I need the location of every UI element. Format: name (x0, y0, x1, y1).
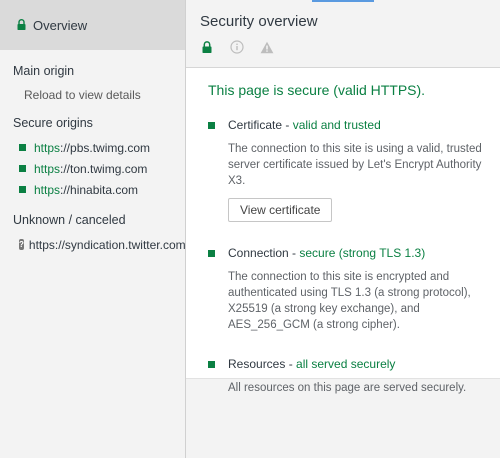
section-title-label: Connection - (228, 246, 300, 260)
secure-square-icon (19, 165, 26, 172)
summary-icons (200, 40, 500, 54)
security-summary: This page is secure (valid HTTPS). (208, 82, 426, 98)
security-panel: Overview Main origin Reload to view deta… (0, 0, 500, 458)
origin-host: ://hinabita.com (60, 182, 139, 197)
warning-icon (260, 40, 274, 54)
resources-section: Resources - all served securely All reso… (208, 357, 500, 396)
lock-icon (17, 18, 26, 33)
info-icon (230, 40, 244, 54)
origin-host: ://pbs.twimg.com (60, 140, 151, 155)
page-title: Security overview (200, 13, 318, 30)
secure-square-icon (208, 250, 215, 257)
top-strip (186, 0, 500, 2)
section-status: valid and trusted (292, 118, 381, 132)
main-header: Security overview (186, 0, 500, 68)
sidebar-item-origin[interactable]: ? https://syndication.twitter.com (0, 234, 186, 255)
sidebar-item-origin[interactable]: https://ton.twimg.com (0, 158, 185, 179)
secure-origins-heading: Secure origins (13, 116, 93, 130)
security-card: This page is secure (valid HTTPS). Certi… (186, 68, 500, 394)
sidebar-item-origin[interactable]: https://hinabita.com (0, 179, 185, 200)
section-description: All resources on this page are served se… (228, 382, 467, 394)
origin-scheme: https (34, 140, 61, 155)
section-title: Resources - all served securely (228, 357, 500, 371)
section-title-label: Resources - (228, 357, 297, 371)
section-title-label: Certificate - (228, 118, 293, 132)
secure-square-icon (208, 361, 215, 368)
origin-url: https://syndication.twitter.com (28, 237, 186, 252)
section-status: all served securely (296, 357, 396, 371)
main-origin-heading: Main origin (13, 64, 75, 78)
section-description: The connection to this site is encrypted… (228, 271, 471, 331)
sidebar-item-label: Overview (33, 17, 88, 33)
section-title: Connection - secure (strong TLS 1.3) (228, 246, 500, 260)
origin-host: ://ton.twimg.com (60, 161, 148, 176)
connection-section: Connection - secure (strong TLS 1.3) The… (208, 246, 500, 333)
section-description: The connection to this site is using a v… (228, 143, 482, 187)
secure-origins-list: https://pbs.twimg.com https://ton.twimg.… (0, 137, 185, 200)
origin-scheme: https (34, 182, 61, 197)
section-status: secure (strong TLS 1.3) (299, 246, 426, 260)
section-title: Certificate - valid and trusted (228, 118, 500, 132)
main-origin-note[interactable]: Reload to view details (0, 88, 185, 102)
lock-icon (200, 40, 214, 54)
sidebar: Overview Main origin Reload to view deta… (0, 0, 186, 458)
secure-square-icon (19, 186, 26, 193)
question-icon: ? (19, 239, 24, 250)
sidebar-item-overview[interactable]: Overview (0, 0, 185, 50)
secure-square-icon (19, 144, 26, 151)
unknown-origins-list: ? https://syndication.twitter.com (0, 234, 186, 255)
main-panel: Security overview This page is secure (v… (186, 0, 500, 458)
tab-accent (312, 0, 374, 2)
secure-square-icon (208, 122, 215, 129)
unknown-origins-heading: Unknown / canceled (13, 213, 126, 227)
certificate-section: Certificate - valid and trusted The conn… (208, 118, 500, 222)
sidebar-item-origin[interactable]: https://pbs.twimg.com (0, 137, 185, 158)
origin-scheme: https (34, 161, 61, 176)
view-certificate-button[interactable]: View certificate (228, 198, 333, 222)
